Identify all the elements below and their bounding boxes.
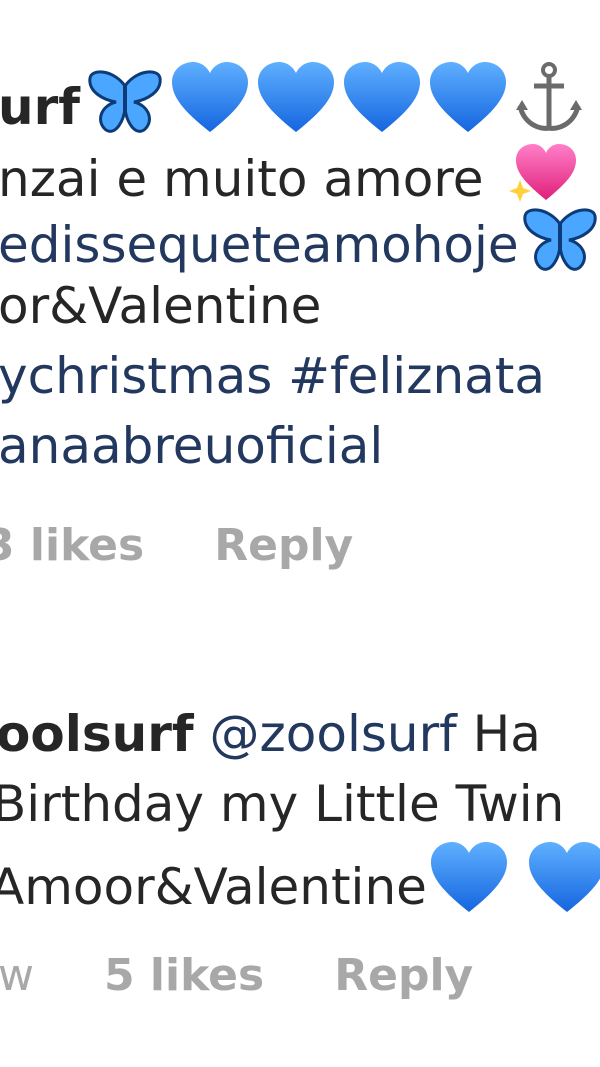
anchor-icon (514, 62, 584, 147)
comment-2-text-0: Ha (472, 705, 541, 763)
comment-1-line-4: ychristmas #feliznata (0, 346, 545, 406)
comment-2-likes[interactable]: 5 likes (104, 950, 264, 1001)
blue-heart-icon (256, 62, 336, 147)
comment-1-text-3: or&Valentine (0, 277, 322, 335)
comment-1-text-1: nzai e muito amore (0, 150, 484, 208)
butterfly-icon (521, 206, 599, 285)
comment-2-username[interactable]: oolsurf (0, 705, 194, 763)
blue-heart-icon (428, 62, 508, 147)
comment-2-header: oolsurf @zoolsurf Ha (0, 704, 541, 764)
comment-2-meta: w 5 likes Reply (0, 950, 473, 1002)
blue-heart-icon (527, 842, 600, 927)
comment-1-line-2: edissequeteamohoje (0, 206, 599, 285)
comment-2-time: w (0, 950, 34, 1001)
blue-heart-icon (170, 62, 250, 147)
comment-1-meta: 3 likes Reply (0, 520, 353, 572)
comment-1-header: urf (0, 62, 584, 147)
comment-2-line-2: Amoor&Valentine (0, 842, 600, 927)
comment-1-likes[interactable]: 3 likes (0, 520, 144, 571)
comment-1-username[interactable]: urf (0, 78, 80, 136)
blue-heart-icon (429, 842, 509, 927)
comment-2-reply-button[interactable]: Reply (334, 950, 473, 1001)
blue-heart-icon (342, 62, 422, 147)
comment-2-mention[interactable]: @zoolsurf (210, 705, 457, 763)
comment-1-hashtag-1[interactable]: edissequeteamohoje (0, 216, 519, 274)
comment-1-reply-button[interactable]: Reply (214, 520, 353, 571)
comment-2-text-1: Birthday my Little Twin (0, 775, 565, 833)
comment-2-text-2: Amoor&Valentine (0, 858, 427, 916)
comment-1-mention[interactable]: anaabreuoficial (0, 417, 383, 475)
comment-1-line-3: or&Valentine (0, 276, 321, 336)
comment-2-line-1: Birthday my Little Twin (0, 774, 564, 834)
comment-1-line-5: anaabreuoficial (0, 416, 383, 476)
comment-1-hashtag-2[interactable]: ychristmas #feliznata (0, 347, 545, 405)
